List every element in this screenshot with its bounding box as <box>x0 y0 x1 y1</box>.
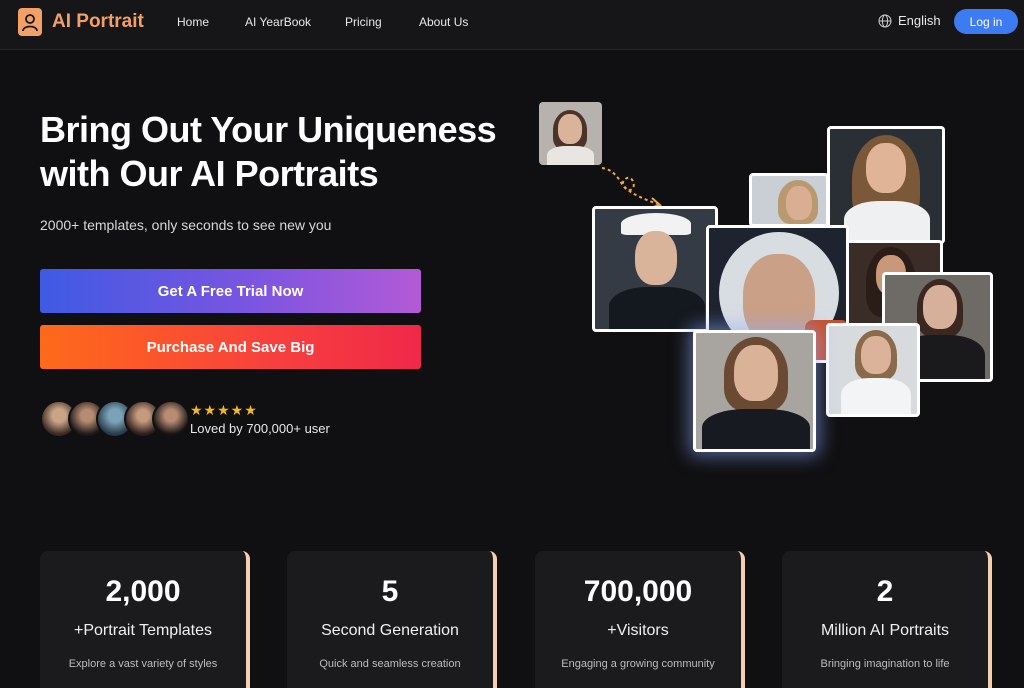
hero-title-line-2: with Our AI Portraits <box>40 153 379 194</box>
stat-description: Quick and seamless creation <box>319 658 461 670</box>
stat-label: +Visitors <box>607 622 669 639</box>
purchase-button[interactable]: Purchase And Save Big <box>40 325 421 369</box>
loved-by-text: Loved by 700,000+ user <box>190 421 330 436</box>
stat-description: Explore a vast variety of styles <box>68 658 218 670</box>
globe-icon <box>878 14 892 27</box>
portrait-glasses-doctor-image <box>826 323 920 417</box>
hero-subtitle: 2000+ templates, only seconds to see new… <box>40 217 332 233</box>
curved-arrow-icon <box>601 167 663 209</box>
logo-link[interactable]: AI Portrait <box>18 8 144 36</box>
stat-number: 2,000 <box>105 575 181 608</box>
stat-label: Million AI Portraits <box>820 622 950 639</box>
stat-number: 700,000 <box>583 575 693 608</box>
hero-title-line-1: Bring Out Your Uniqueness <box>40 109 497 150</box>
stat-label: +Portrait Templates <box>74 622 212 639</box>
stat-number: 2 <box>876 575 894 608</box>
logo-text: AI Portrait <box>52 11 144 32</box>
portrait-captain-image <box>592 206 718 332</box>
original-selfie-image <box>539 102 602 165</box>
language-label: English <box>898 13 941 28</box>
nav-about-us[interactable]: About Us <box>419 15 468 29</box>
nav-pricing[interactable]: Pricing <box>345 15 382 29</box>
stat-description: Engaging a growing community <box>561 658 715 670</box>
portrait-logo-icon <box>18 8 42 36</box>
stat-label: Second Generation <box>321 622 459 639</box>
top-nav: AI Portrait Home AI YearBook Pricing Abo… <box>0 0 1024 50</box>
hero-title: Bring Out Your Uniqueness with Our AI Po… <box>40 108 540 196</box>
stat-card-portraits: 2 Million AI Portraits Bringing imaginat… <box>782 551 992 688</box>
login-button[interactable]: Log in <box>954 9 1018 34</box>
nav-ai-yearbook[interactable]: AI YearBook <box>245 15 311 29</box>
free-trial-button[interactable]: Get A Free Trial Now <box>40 269 421 313</box>
avatar <box>152 400 190 438</box>
stat-card-templates: 2,000 +Portrait Templates Explore a vast… <box>40 551 250 688</box>
rating-stars: ★★★★★ <box>190 402 258 418</box>
stat-description: Bringing imagination to life <box>820 658 950 670</box>
user-avatars <box>40 400 190 440</box>
portrait-blonde-image <box>749 173 829 227</box>
nav-home[interactable]: Home <box>177 15 209 29</box>
stat-number: 5 <box>381 575 399 608</box>
portrait-police-image <box>693 330 816 452</box>
stat-card-visitors: 700,000 +Visitors Engaging a growing com… <box>535 551 745 688</box>
language-selector[interactable]: English <box>878 13 941 28</box>
stat-card-generation: 5 Second Generation Quick and seamless c… <box>287 551 497 688</box>
